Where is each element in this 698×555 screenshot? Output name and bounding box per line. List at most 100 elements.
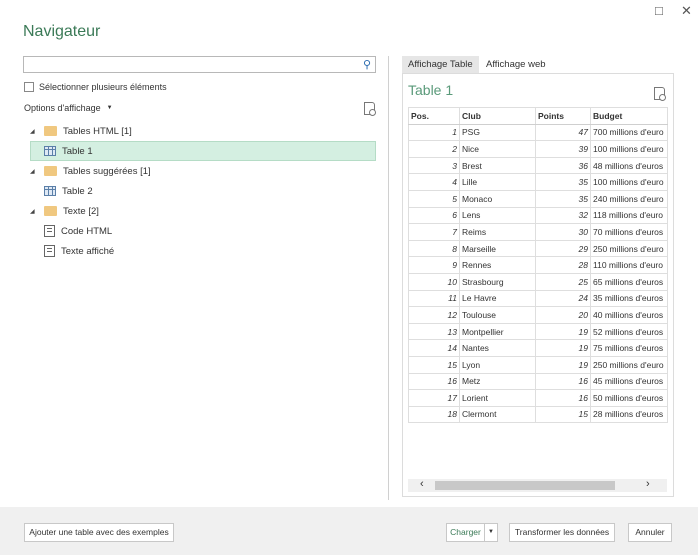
table-row: 17 Lorient 16 50 millions d'euros <box>408 389 668 407</box>
expand-triangle-icon[interactable]: ◢ <box>30 208 38 215</box>
table-cell: 32 <box>535 206 591 225</box>
table-cell: Le Havre <box>459 289 536 308</box>
search-input[interactable] <box>24 57 354 72</box>
table-cell: Monaco <box>459 189 536 208</box>
table-row: 16 Metz 16 45 millions d'euros <box>408 372 668 391</box>
table-cell: 19 <box>535 339 591 357</box>
table-cell: 13 <box>408 322 460 341</box>
cancel-button[interactable]: Annuler <box>628 523 672 542</box>
preview-table: Pos. Club Points Budget 1 PSG 47 700 millio… <box>408 107 668 424</box>
display-options-label: Options d'affichage <box>24 103 101 113</box>
preview-title: Table 1 <box>408 82 454 98</box>
table-row: 8 Marseille 29 250 millions d'euro <box>408 239 668 258</box>
table-cell: 700 millions d'euro <box>590 123 668 142</box>
table-cell: 28 <box>535 256 591 274</box>
text-document-icon <box>44 225 55 237</box>
table-cell: Strasbourg <box>459 272 536 291</box>
table-cell: Rennes <box>459 256 536 274</box>
select-multiple-checkbox[interactable]: Sélectionner plusieurs éléments <box>24 82 167 92</box>
table-row: 9 Rennes 28 110 millions d'euro <box>408 256 668 274</box>
table-cell: 19 <box>535 355 591 374</box>
transform-data-button[interactable]: Transformer les données <box>509 523 615 542</box>
refresh-document-icon[interactable] <box>364 102 376 116</box>
table-cell: Clermont <box>459 405 536 424</box>
column-header: Budget <box>590 107 668 125</box>
tab-table-view[interactable]: Affichage Table <box>402 56 479 73</box>
scroll-right-icon[interactable]: › <box>646 478 650 490</box>
table-icon <box>44 186 56 196</box>
tree-item[interactable]: ◢ Texte [2] <box>30 201 99 221</box>
tree-item[interactable]: Table 1 <box>30 141 376 161</box>
table-row: 7 Reims 30 70 millions d'euros <box>408 223 668 241</box>
table-cell: 250 millions d'euro <box>590 355 668 374</box>
table-cell: 16 <box>408 372 460 391</box>
table-cell: 9 <box>408 256 460 274</box>
tree-item-label: Tables HTML [1] <box>63 125 132 137</box>
load-button[interactable]: Charger <box>446 523 485 542</box>
table-row: 15 Lyon 19 250 millions d'euro <box>408 355 668 374</box>
table-cell: 100 millions d'euro <box>590 173 668 191</box>
table-cell: 110 millions d'euro <box>590 256 668 274</box>
table-cell: 20 <box>535 306 591 324</box>
splitter[interactable] <box>388 56 389 500</box>
table-cell: 16 <box>535 389 591 407</box>
table-cell: 35 <box>535 189 591 208</box>
table-row: 18 Clermont 15 28 millions d'euros <box>408 405 668 424</box>
table-cell: 24 <box>535 289 591 308</box>
table-cell: 3 <box>408 156 460 175</box>
table-cell: 17 <box>408 389 460 407</box>
table-cell: 25 <box>535 272 591 291</box>
column-header: Club <box>459 107 536 125</box>
table-icon <box>44 146 56 156</box>
close-icon[interactable]: ✕ <box>681 3 692 19</box>
table-cell: 36 <box>535 156 591 175</box>
checkbox[interactable] <box>24 82 34 92</box>
tree-item[interactable]: Code HTML <box>44 221 112 241</box>
table-cell: 48 millions d'euros <box>590 156 668 175</box>
table-cell: PSG <box>459 123 536 142</box>
table-cell: 35 <box>535 173 591 191</box>
scrollbar-thumb[interactable] <box>435 481 615 490</box>
tree-item-label: Table 2 <box>62 185 93 197</box>
text-document-icon <box>44 245 55 257</box>
search-icon[interactable]: ⚲ <box>363 58 371 71</box>
tree-item[interactable]: ◢ Tables suggérées [1] <box>30 161 151 181</box>
table-cell: 52 millions d'euros <box>590 322 668 341</box>
column-header: Pos. <box>408 107 460 125</box>
table-cell: Toulouse <box>459 306 536 324</box>
add-table-button[interactable]: Ajouter une table avec des exemples <box>24 523 174 542</box>
table-cell: 30 <box>535 223 591 241</box>
table-row: 12 Toulouse 20 40 millions d'euros <box>408 306 668 324</box>
table-cell: 28 millions d'euros <box>590 405 668 424</box>
tab-web-view[interactable]: Affichage web <box>480 56 552 73</box>
table-cell: Marseille <box>459 239 536 258</box>
table-cell: 29 <box>535 239 591 258</box>
table-cell: 40 millions d'euros <box>590 306 668 324</box>
table-cell: 10 <box>408 272 460 291</box>
table-row: 13 Montpellier 19 52 millions d'euros <box>408 322 668 341</box>
search-box[interactable]: ⚲ <box>23 56 376 73</box>
table-cell: 6 <box>408 206 460 225</box>
table-cell: 5 <box>408 189 460 208</box>
table-row: 14 Nantes 19 75 millions d'euros <box>408 339 668 357</box>
maximize-icon[interactable]: □ <box>655 3 663 18</box>
tree-item[interactable]: ◢ Tables HTML [1] <box>30 121 132 141</box>
table-cell: Lille <box>459 173 536 191</box>
table-cell: 18 <box>408 405 460 424</box>
table-cell: 8 <box>408 239 460 258</box>
table-cell: 35 millions d'euros <box>590 289 668 308</box>
tree-item[interactable]: Texte affiché <box>44 241 114 261</box>
table-cell: 1 <box>408 123 460 142</box>
table-cell: 118 millions d'euro <box>590 206 668 225</box>
expand-triangle-icon[interactable]: ◢ <box>30 168 38 175</box>
display-options-dropdown[interactable]: Options d'affichage ▼ <box>24 103 113 114</box>
load-dropdown-chevron-icon[interactable]: ▼ <box>484 523 498 542</box>
expand-triangle-icon[interactable]: ◢ <box>30 128 38 135</box>
tree-item[interactable]: Table 2 <box>44 181 93 201</box>
scroll-left-icon[interactable]: ‹ <box>420 478 424 490</box>
tree-item-label: Tables suggérées [1] <box>63 165 151 177</box>
table-cell: Lorient <box>459 389 536 407</box>
tree-item-label: Table 1 <box>62 145 93 157</box>
table-cell: 70 millions d'euros <box>590 223 668 241</box>
refresh-document-icon[interactable] <box>654 87 666 101</box>
